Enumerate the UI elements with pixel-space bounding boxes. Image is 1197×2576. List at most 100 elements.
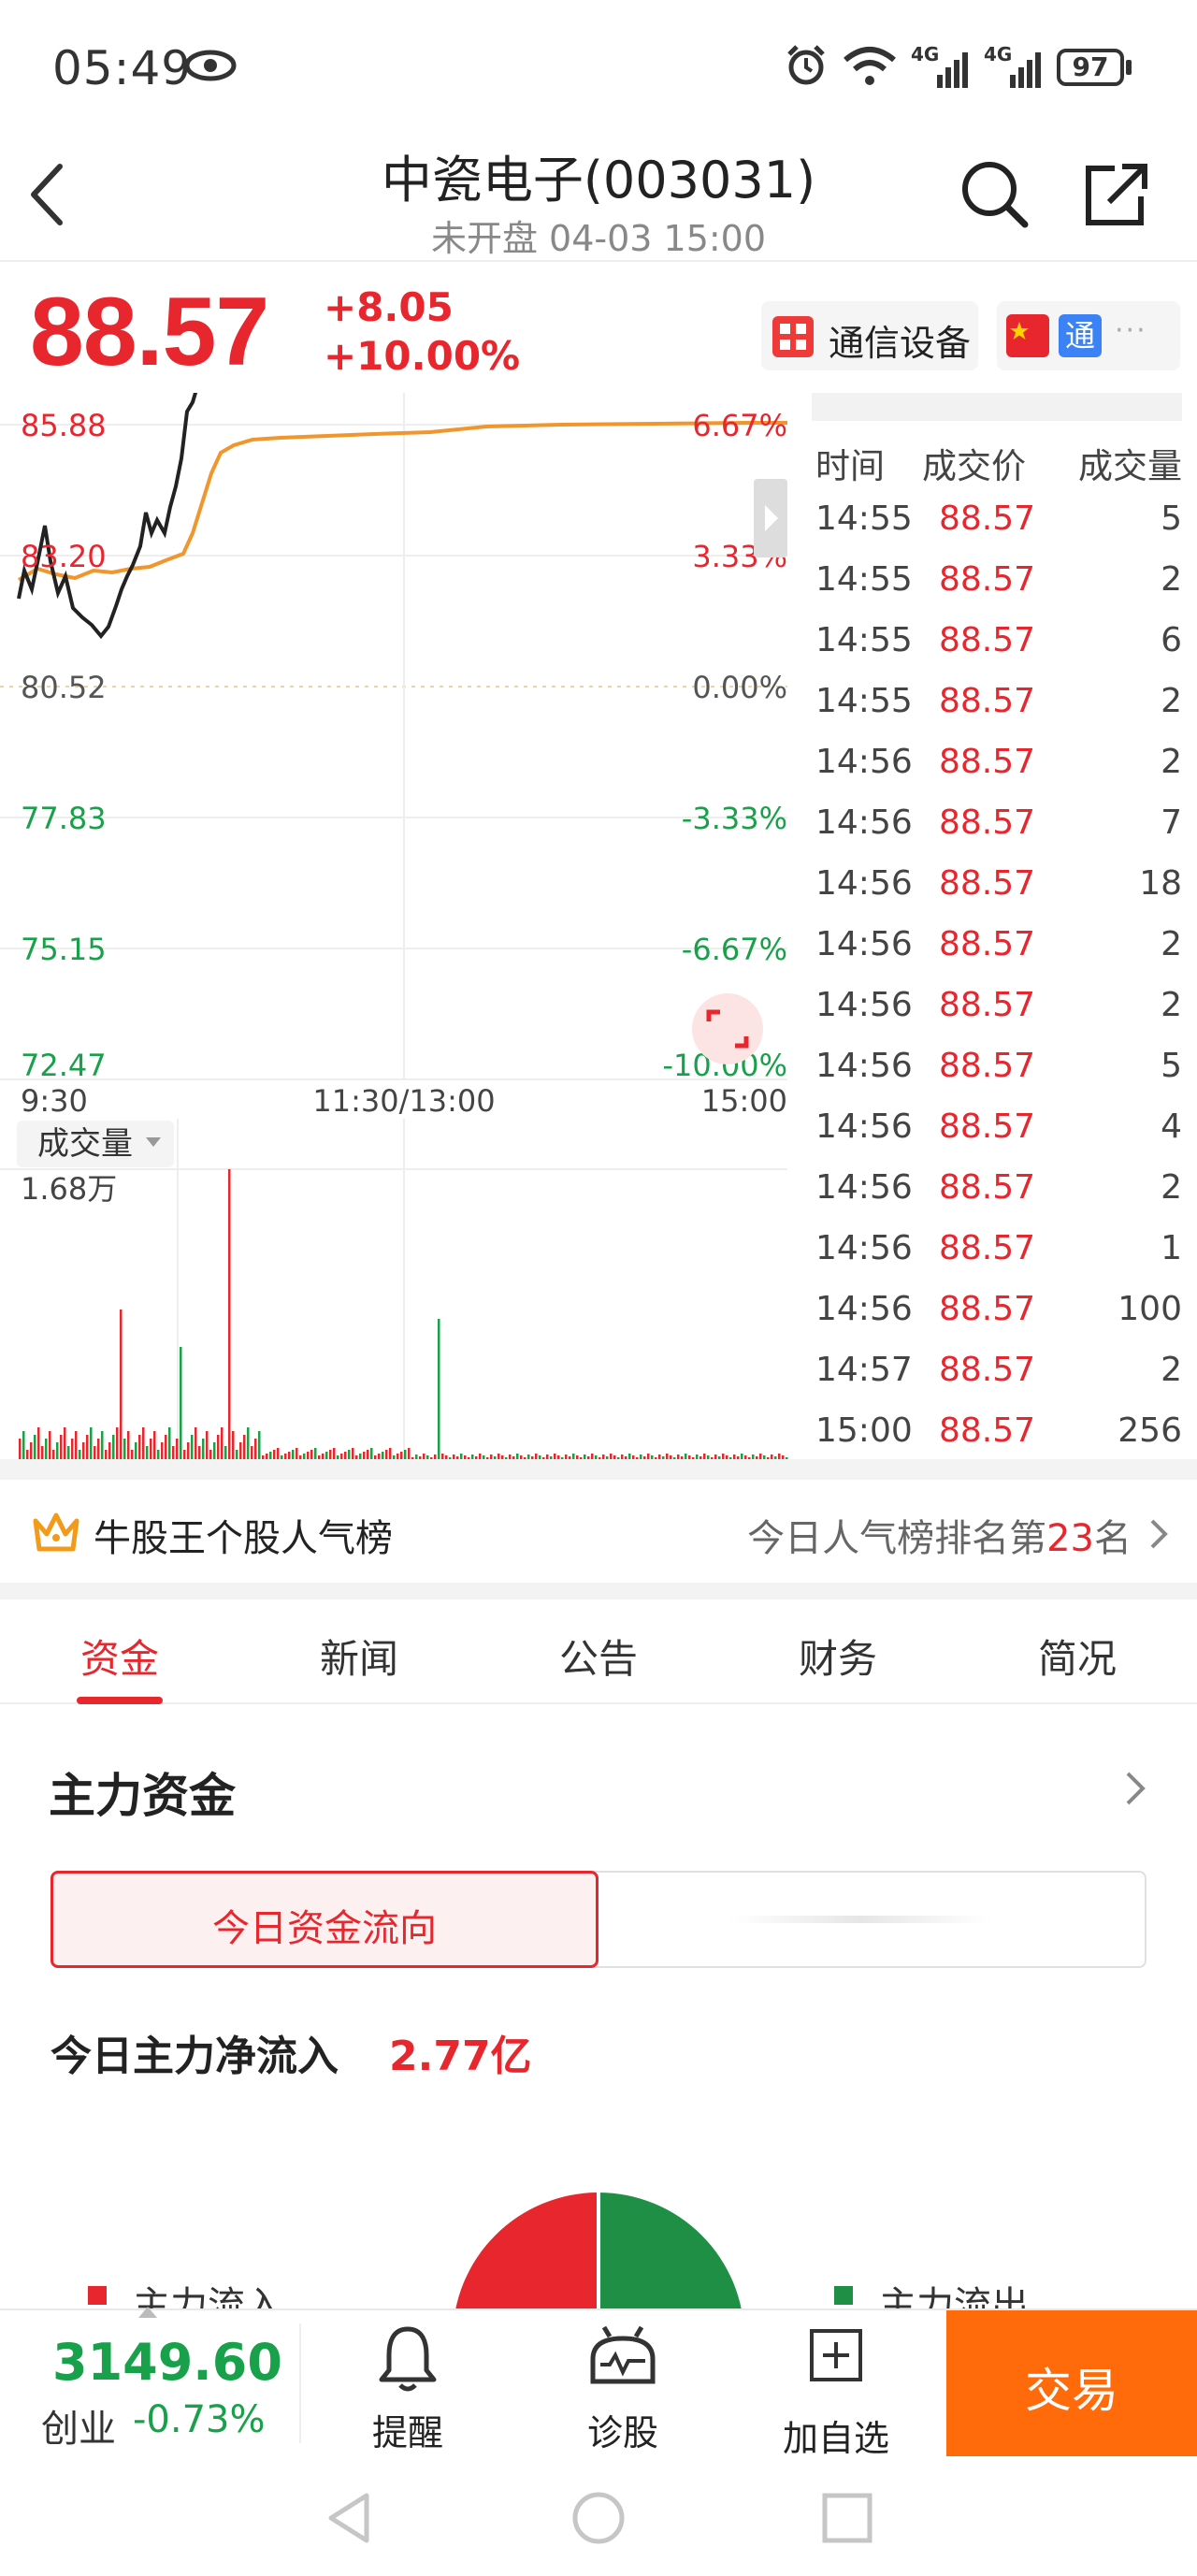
volume-bar <box>116 1427 119 1459</box>
volume-bar <box>254 1439 257 1459</box>
fullscreen-icon[interactable] <box>692 993 763 1064</box>
volume-bar <box>183 1450 186 1459</box>
tab-announcements[interactable]: 公告 <box>479 1628 718 1685</box>
volume-bar <box>71 1439 74 1459</box>
trade-volume: 100 <box>1118 1290 1182 1328</box>
volume-bar <box>325 1452 328 1459</box>
trade-volume: 7 <box>1161 803 1182 842</box>
eye-icon <box>184 50 237 81</box>
trade-time: 14:55 <box>815 621 913 659</box>
volume-bar <box>49 1431 51 1459</box>
index-change: -0.73% <box>133 2398 266 2441</box>
trade-price: 88.57 <box>939 621 1036 659</box>
y-left-label: 77.83 <box>21 801 107 836</box>
nav-home-icon[interactable] <box>570 2490 627 2546</box>
connect-tags[interactable]: 通 ··· <box>997 301 1180 370</box>
volume-bar <box>348 1450 351 1459</box>
header-time: 时间 <box>815 446 885 486</box>
volume-bar <box>400 1452 403 1459</box>
stock-connect-badge: 通 <box>1059 314 1102 357</box>
volume-bar <box>404 1450 407 1459</box>
volume-bar <box>239 1442 242 1459</box>
volume-bar <box>101 1431 104 1459</box>
volume-bar <box>60 1435 63 1459</box>
volume-bar <box>224 1446 227 1459</box>
trade-price: 88.57 <box>939 803 1036 842</box>
bell-icon <box>379 2326 437 2392</box>
volume-bar <box>120 1310 123 1459</box>
volume-bar <box>168 1427 171 1459</box>
index-ticker[interactable]: 3149.60 创业 -0.73% <box>0 2310 299 2456</box>
nav-recents-icon[interactable] <box>821 2492 873 2544</box>
trade-row: 14:56 88.57 2 <box>812 743 1182 803</box>
search-icon[interactable] <box>959 159 1031 230</box>
trade-volume: 2 <box>1161 743 1182 781</box>
volume-bar <box>206 1431 209 1459</box>
trade-time: 14:56 <box>815 1168 913 1207</box>
volume-bar <box>26 1450 29 1459</box>
volume-bar <box>288 1452 291 1459</box>
tab-financials[interactable]: 财务 <box>718 1628 958 1685</box>
fund-flow-donut <box>454 2192 743 2320</box>
battery-icon: 97 <box>1057 49 1124 86</box>
trade-price: 88.57 <box>939 1351 1036 1389</box>
volume-bar <box>123 1439 126 1459</box>
volume-bar <box>251 1446 253 1459</box>
ranking-title: 牛股王个股人气榜 <box>94 1517 393 1560</box>
volume-bar <box>273 1450 276 1459</box>
volume-bar <box>94 1446 96 1459</box>
battery-tip <box>1126 60 1132 75</box>
tab-profile[interactable]: 简况 <box>958 1628 1197 1685</box>
trade-time: 15:00 <box>815 1411 913 1450</box>
nav-back-icon[interactable] <box>325 2492 372 2544</box>
trade-volume: 2 <box>1161 986 1182 1024</box>
tab-news[interactable]: 新闻 <box>239 1628 479 1685</box>
volume-selector-label[interactable]: 成交量 <box>37 1125 133 1163</box>
volume-bar <box>408 1448 411 1459</box>
volume-bar <box>176 1439 179 1459</box>
volume-bar <box>19 1439 22 1459</box>
volume-bar <box>367 1450 369 1459</box>
trade-details[interactable]: 时间 成交价 成交量 14:55 88.57 5 14:55 88.57 2 14:55 88… <box>812 393 1197 1459</box>
active-tab-indicator <box>77 1697 163 1704</box>
chevron-right-icon[interactable] <box>1122 1768 1148 1809</box>
alarm-icon <box>787 45 825 85</box>
volume-bar <box>232 1431 235 1459</box>
today-fund-flow-button[interactable]: 今日资金流向 <box>50 1871 598 1968</box>
section-divider <box>0 1459 1197 1480</box>
chevron-right-icon <box>1150 1519 1168 1549</box>
other-period-button[interactable] <box>598 1873 1147 1966</box>
chart-side-tab[interactable] <box>754 479 787 557</box>
trade-volume: 4 <box>1161 1107 1182 1146</box>
volume-bar <box>187 1442 190 1459</box>
tab-capital[interactable]: 资金 <box>0 1628 239 1685</box>
industry-tag[interactable]: 通信设备 <box>761 301 978 370</box>
header-price: 成交价 <box>922 446 1026 486</box>
trade-button[interactable]: 交易 <box>946 2310 1197 2456</box>
volume-bar <box>296 1448 298 1459</box>
trade-price: 88.57 <box>939 986 1036 1024</box>
system-nav-bar <box>0 2456 1197 2576</box>
trade-price: 88.57 <box>939 1047 1036 1085</box>
volume-bar <box>269 1452 272 1459</box>
share-icon[interactable] <box>1079 159 1150 230</box>
signal-icon-1 <box>937 52 968 88</box>
volume-bar <box>75 1431 78 1459</box>
volume-bar <box>292 1450 295 1459</box>
volume-bar <box>138 1435 141 1459</box>
trade-time: 14:56 <box>815 1107 913 1146</box>
y-left-label: 85.88 <box>21 408 107 443</box>
trade-time: 14:56 <box>815 1229 913 1267</box>
volume-bar <box>198 1446 201 1459</box>
volume-bar <box>64 1427 66 1459</box>
volume-bar <box>90 1427 93 1459</box>
popularity-ranking-bar[interactable]: 牛股王个股人气榜 今日人气榜排名第23名 <box>0 1480 1197 1583</box>
intraday-chart[interactable]: 85.88 83.20 80.52 77.83 75.15 72.47 6.67… <box>0 393 804 1459</box>
trades-header: 时间 成交价 成交量 <box>812 438 1182 494</box>
trade-volume: 2 <box>1161 682 1182 720</box>
inflow-swatch <box>88 2286 107 2305</box>
trade-volume: 2 <box>1161 1351 1182 1389</box>
info-tabs: 资金 新闻 公告 财务 简况 <box>0 1599 1197 1704</box>
y-left-label: 75.15 <box>21 932 107 967</box>
volume-bar <box>22 1431 25 1459</box>
